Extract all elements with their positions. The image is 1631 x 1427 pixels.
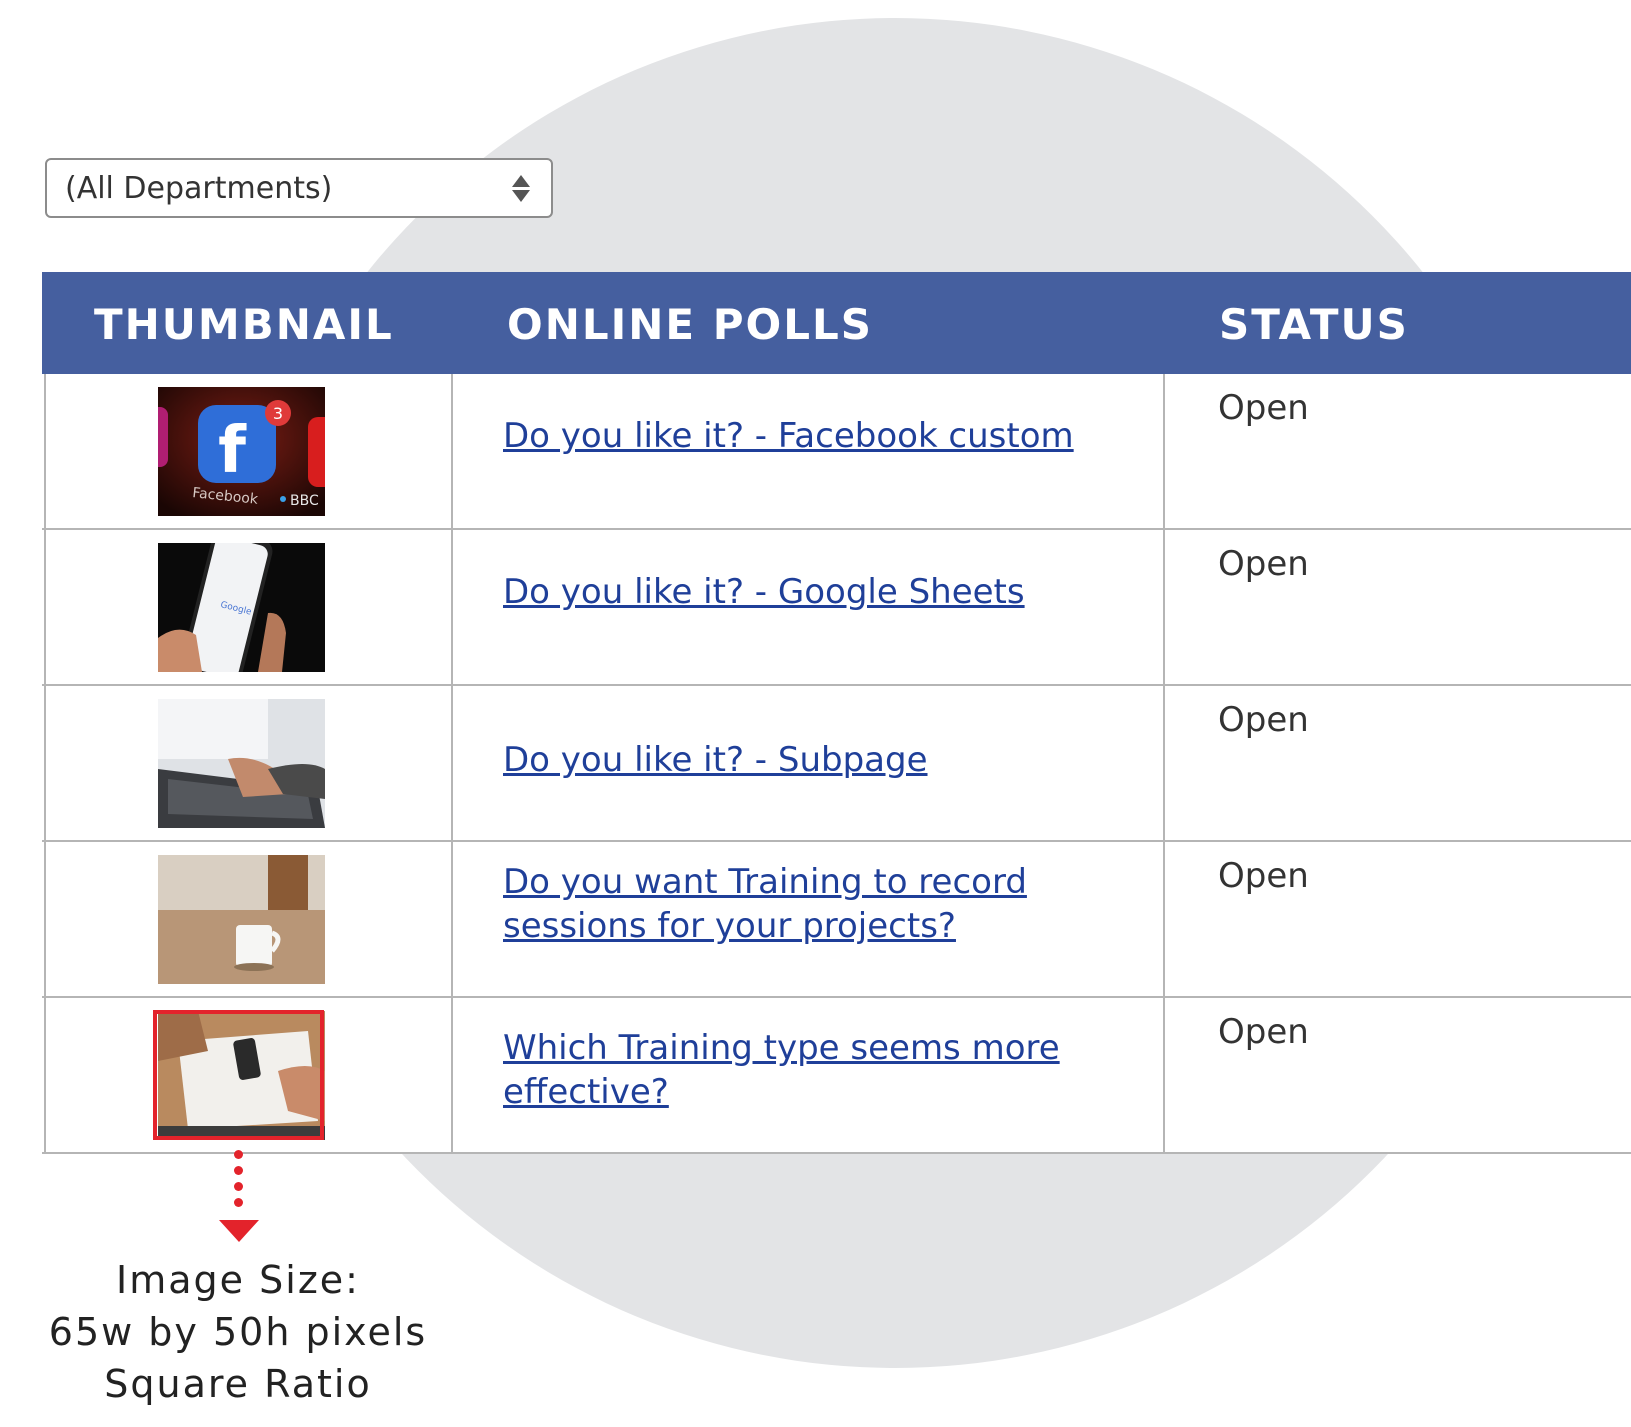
updown-arrows-icon: [511, 174, 531, 202]
status-text: Open: [1218, 388, 1309, 428]
status-cell: Open: [1165, 374, 1631, 528]
thumbnail-cell: [44, 686, 453, 840]
poll-cell: Which Training type seems more effective…: [453, 998, 1165, 1152]
facebook-app-photo-icon: f 3 Facebook BBC: [158, 387, 325, 516]
svg-text:3: 3: [273, 404, 283, 423]
department-select-value: (All Departments): [65, 170, 333, 206]
table-row: Do you like it? - Subpage Open: [42, 686, 1631, 842]
poll-link[interactable]: Which Training type seems more effective…: [503, 1026, 1103, 1114]
table-header: THUMBNAIL ONLINE POLLS STATUS: [42, 272, 1631, 374]
status-text: Open: [1218, 700, 1309, 740]
poll-cell: Do you like it? - Google Sheets: [453, 530, 1165, 684]
table-row: Do you want Training to record sessions …: [42, 842, 1631, 998]
status-cell: Open: [1165, 998, 1631, 1152]
poll-link[interactable]: Do you like it? - Google Sheets: [503, 570, 1103, 614]
poll-cell: Do you like it? - Facebook custom: [453, 374, 1165, 528]
poll-link[interactable]: Do you like it? - Facebook custom: [503, 414, 1103, 458]
status-text: Open: [1218, 544, 1309, 584]
annotation-line-3: Square Ratio: [104, 1362, 372, 1406]
thumbnail-cell: f 3 Facebook BBC: [44, 374, 453, 528]
annotation-line-1: Image Size:: [116, 1258, 360, 1302]
thumbnail-cell: [44, 842, 453, 996]
coffee-mug-photo-icon: [158, 855, 325, 984]
table-row: f 3 Facebook BBC Do you like it? - Faceb…: [42, 374, 1631, 530]
svg-text:f: f: [218, 414, 247, 488]
poll-link[interactable]: Do you want Training to record sessions …: [503, 860, 1103, 948]
header-online-polls: ONLINE POLLS: [507, 300, 873, 349]
status-cell: Open: [1165, 530, 1631, 684]
phone-google-photo-icon: Google: [158, 543, 325, 672]
thumbnail-highlight-box: [153, 1010, 324, 1140]
poll-link[interactable]: Do you like it? - Subpage: [503, 738, 1103, 782]
table-row: Google Do you like it? - Google Sheets O…: [42, 530, 1631, 686]
poll-cell: Do you like it? - Subpage: [453, 686, 1165, 840]
status-text: Open: [1218, 1012, 1309, 1052]
laptop-typing-photo-icon: [158, 699, 325, 828]
annotation-line-2: 65w by 50h pixels: [48, 1310, 428, 1354]
department-select[interactable]: (All Departments): [45, 158, 553, 218]
status-text: Open: [1218, 856, 1309, 896]
dotted-line: [234, 1150, 244, 1214]
status-cell: Open: [1165, 842, 1631, 996]
status-cell: Open: [1165, 686, 1631, 840]
header-thumbnail: THUMBNAIL: [94, 300, 394, 349]
header-status: STATUS: [1219, 300, 1409, 349]
thumbnail-cell: Google: [44, 530, 453, 684]
arrow-down-icon: [219, 1220, 259, 1242]
poll-cell: Do you want Training to record sessions …: [453, 842, 1165, 996]
svg-text:BBC: BBC: [290, 493, 319, 509]
